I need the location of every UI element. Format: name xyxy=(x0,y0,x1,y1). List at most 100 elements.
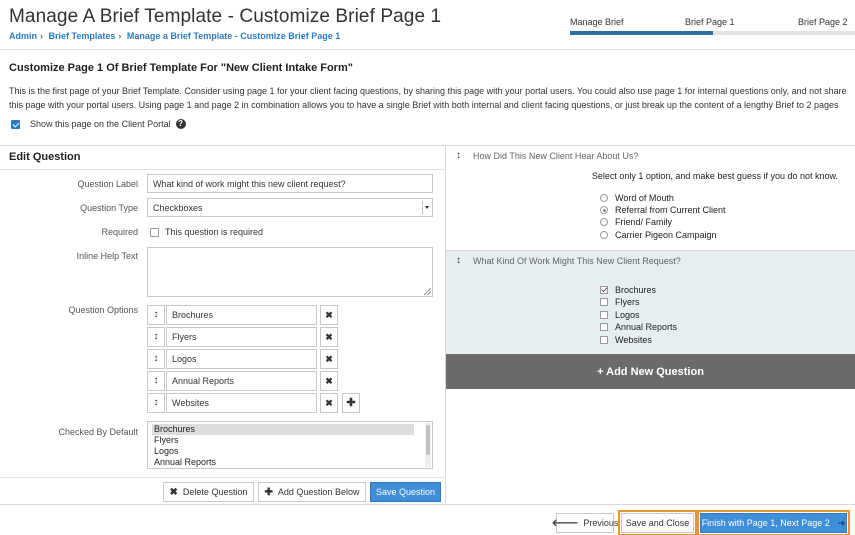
add-new-question-button[interactable]: + Add New Question xyxy=(446,354,855,389)
checkbox-option-label: Flyers xyxy=(615,297,640,307)
chevron-down-icon xyxy=(422,201,430,214)
edit-question-panel: Edit Question Question Label What kind o… xyxy=(0,145,446,505)
radio-option-label: Friend/ Family xyxy=(615,217,673,227)
remove-option-icon[interactable]: ✖ xyxy=(320,371,338,391)
checkbox-option-label: Brochures xyxy=(615,285,657,295)
drag-handle-icon[interactable]: ↕ xyxy=(147,371,165,391)
step-progress-remaining xyxy=(713,31,855,35)
remove-option-icon[interactable]: ✖ xyxy=(320,349,338,369)
preview-question-title: What Kind Of Work Might This New Client … xyxy=(473,256,681,266)
breadcrumb: Admin › Brief Templates › Manage a Brief T… xyxy=(9,31,340,41)
listbox-option[interactable]: Annual Reports xyxy=(154,457,426,468)
radio-option-label: Referral from Current Client xyxy=(615,205,726,215)
preview-question-selected[interactable]: ↕ What Kind Of Work Might This New Clien… xyxy=(446,250,855,354)
add-option-icon[interactable]: ✚ xyxy=(342,393,360,413)
previous-button[interactable]: 🡐 Previous xyxy=(552,513,618,533)
save-question-button[interactable]: Save Question xyxy=(370,482,441,502)
option-input[interactable]: Annual Reports xyxy=(166,371,317,391)
listbox-scrollbar[interactable] xyxy=(425,423,431,467)
question-label-input[interactable]: What kind of work might this new client … xyxy=(147,174,433,193)
step-manage-brief[interactable]: Manage Brief xyxy=(570,17,624,27)
save-question-label: Save Question xyxy=(375,487,436,497)
drag-handle-icon[interactable]: ↕ xyxy=(147,393,165,413)
option-input[interactable]: Flyers xyxy=(166,327,317,347)
preview-question-title: How Did This New Client Hear About Us? xyxy=(473,151,639,161)
checked-default-listbox[interactable]: Brochures Flyers Logos Annual Reports xyxy=(147,421,433,469)
radio-option[interactable]: Word of Mouth xyxy=(600,193,674,203)
preview-panel: ↕ How Did This New Client Hear About Us?… xyxy=(446,145,855,505)
close-icon: ✖ xyxy=(169,486,178,498)
checkbox-option-label: Logos xyxy=(615,310,640,320)
inline-help-label: Inline Help Text xyxy=(76,251,138,261)
portal-checkbox-label: Show this page on the Client Portal xyxy=(30,119,171,129)
finish-next-page-button[interactable]: Finish with Page 1, Next Page 2 ➜ xyxy=(697,510,850,535)
checkbox-option[interactable]: Annual Reports xyxy=(600,322,677,332)
option-checkbox[interactable] xyxy=(600,286,608,294)
option-input[interactable]: Logos xyxy=(166,349,317,369)
drag-handle-icon[interactable]: ↕ xyxy=(456,255,461,266)
checkbox-option[interactable]: Brochures xyxy=(600,285,656,295)
option-input[interactable]: Brochures xyxy=(166,305,317,325)
question-type-select[interactable]: Checkboxes xyxy=(147,198,433,217)
breadcrumb-admin[interactable]: Admin xyxy=(9,31,37,41)
drag-handle-icon[interactable]: ↕ xyxy=(456,150,461,161)
section-title: Customize Page 1 Of Brief Template For "… xyxy=(9,62,353,74)
drag-handle-icon[interactable]: ↕ xyxy=(147,327,165,347)
radio-option-label: Word of Mouth xyxy=(615,193,674,203)
delete-question-label: Delete Question xyxy=(182,487,248,497)
help-icon[interactable]: ? xyxy=(175,119,186,129)
arrow-right-icon: ➜ xyxy=(837,517,846,528)
option-checkbox[interactable] xyxy=(600,336,608,344)
preview-question[interactable]: ↕ How Did This New Client Hear About Us?… xyxy=(446,146,855,250)
step-progress-done xyxy=(570,31,713,35)
breadcrumb-brief-templates[interactable]: Brief Templates xyxy=(49,31,116,41)
add-question-below-button[interactable]: ✚ Add Question Below xyxy=(258,482,366,502)
radio-option[interactable]: Referral from Current Client xyxy=(600,205,726,215)
checkbox-option[interactable]: Logos xyxy=(600,310,640,320)
radio-option[interactable]: Friend/ Family xyxy=(600,217,672,227)
inline-help-textarea[interactable] xyxy=(147,247,433,297)
required-row: This question is required xyxy=(150,227,263,237)
option-checkbox[interactable] xyxy=(600,298,608,306)
preview-question-note: Select only 1 option, and make best gues… xyxy=(591,171,838,181)
drag-handle-icon[interactable]: ↕ xyxy=(147,349,165,369)
question-label-label: Question Label xyxy=(77,179,138,189)
resize-grip-icon[interactable] xyxy=(424,288,431,295)
radio-button[interactable] xyxy=(600,194,608,202)
required-checkbox[interactable] xyxy=(150,227,159,237)
remove-option-icon[interactable]: ✖ xyxy=(320,393,338,413)
portal-checkbox[interactable] xyxy=(11,119,20,129)
required-text: This question is required xyxy=(165,227,264,237)
breadcrumb-current[interactable]: Manage a Brief Template - Customize Brie… xyxy=(127,31,340,41)
previous-label: Previous xyxy=(583,518,619,528)
arrow-left-icon: 🡐 xyxy=(551,518,579,529)
remove-option-icon[interactable]: ✖ xyxy=(320,305,338,325)
plus-icon: ✚ xyxy=(264,486,273,498)
listbox-option[interactable]: Brochures xyxy=(152,424,414,435)
option-checkbox[interactable] xyxy=(600,323,608,331)
checkbox-option[interactable]: Websites xyxy=(600,335,652,345)
step-brief-page-1[interactable]: Brief Page 1 xyxy=(685,17,735,27)
checkbox-option[interactable]: Flyers xyxy=(600,297,640,307)
listbox-option[interactable]: Logos xyxy=(154,446,426,457)
question-options-label: Question Options xyxy=(68,305,138,315)
checkbox-option-label: Annual Reports xyxy=(615,322,678,332)
step-brief-page-2[interactable]: Brief Page 2 xyxy=(798,17,848,27)
drag-handle-icon[interactable]: ↕ xyxy=(147,305,165,325)
save-and-close-button[interactable]: Save and Close xyxy=(618,510,697,535)
add-question-below-label: Add Question Below xyxy=(277,487,360,497)
listbox-option[interactable]: Flyers xyxy=(154,435,426,446)
radio-button[interactable] xyxy=(600,218,608,226)
remove-option-icon[interactable]: ✖ xyxy=(320,327,338,347)
divider xyxy=(0,477,445,478)
radio-button[interactable] xyxy=(600,231,608,239)
radio-button[interactable] xyxy=(600,206,608,214)
option-checkbox[interactable] xyxy=(600,311,608,319)
radio-option[interactable]: Carrier Pigeon Campaign xyxy=(600,230,717,240)
page-header: Manage A Brief Template - Customize Brie… xyxy=(0,0,855,50)
portal-toggle-row: Show this page on the Client Portal ? xyxy=(11,119,186,129)
radio-option-label: Carrier Pigeon Campaign xyxy=(615,230,717,240)
delete-question-button[interactable]: ✖ Delete Question xyxy=(163,482,254,502)
checked-default-label: Checked By Default xyxy=(58,427,138,437)
option-input[interactable]: Websites xyxy=(166,393,317,413)
